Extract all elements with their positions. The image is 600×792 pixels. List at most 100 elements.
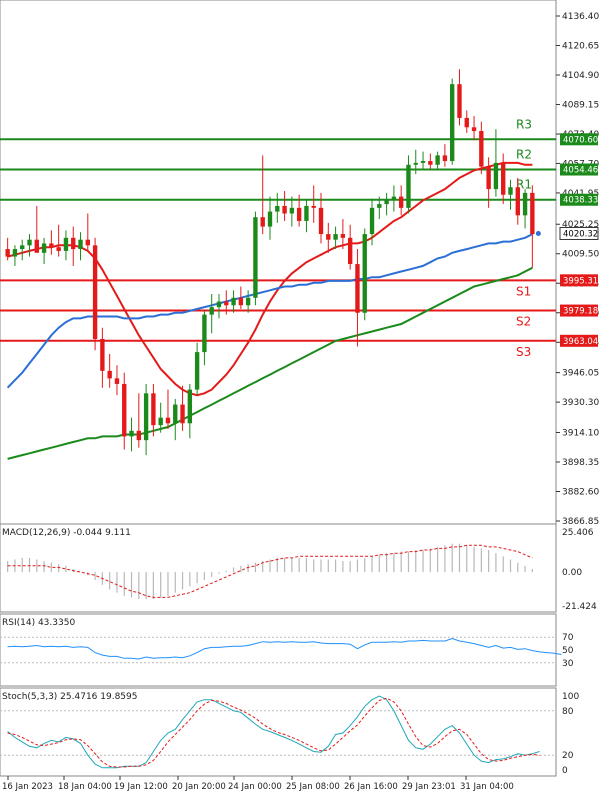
bull-candle xyxy=(194,352,200,390)
bear-candle xyxy=(71,237,76,250)
bear-candle xyxy=(114,378,120,384)
bear-candle xyxy=(464,117,469,128)
bull-candle xyxy=(420,161,426,163)
price-tick-label: 3930.30 xyxy=(562,398,599,408)
bear-candle xyxy=(282,205,287,214)
bear-candle xyxy=(107,370,112,379)
bear-candle xyxy=(340,234,346,238)
price-tick-label: 3898.35 xyxy=(562,458,599,468)
rsi-tick-label: 70 xyxy=(562,633,574,643)
bear-candle xyxy=(398,196,404,208)
bear-candle xyxy=(442,155,448,162)
current-price-label: 4020.32 xyxy=(563,229,598,239)
stoch-tick-label: 0 xyxy=(562,766,568,776)
bear-candle xyxy=(318,207,324,235)
bear-candle xyxy=(180,404,185,424)
bull-candle xyxy=(391,196,397,201)
stoch-tick-label: 100 xyxy=(562,692,579,702)
bull-candle xyxy=(304,205,309,221)
bear-candle xyxy=(92,245,98,339)
bear-candle xyxy=(457,84,462,118)
price-tick-label: 4009.50 xyxy=(562,250,599,260)
bear-candle xyxy=(136,430,142,441)
pivot-name: S2 xyxy=(516,315,531,329)
bull-candle xyxy=(41,243,47,253)
bear-candle xyxy=(501,162,506,195)
bull-candle xyxy=(384,200,389,205)
bull-candle xyxy=(522,192,528,216)
bull-candle xyxy=(253,217,258,298)
bull-candle xyxy=(362,234,367,313)
price-tick-label: 3882.60 xyxy=(562,487,599,497)
price-tick-label: 4120.65 xyxy=(562,42,599,52)
bear-candle xyxy=(85,239,90,246)
bull-candle xyxy=(406,164,411,208)
bear-candle xyxy=(471,127,477,132)
x-tick-label: 25 Jan 08:00 xyxy=(286,782,340,792)
x-tick-label: 16 Jan 2023 xyxy=(2,782,53,792)
pivot-price-label: 3963.04 xyxy=(563,337,598,347)
bull-candle xyxy=(202,314,207,353)
bear-candle xyxy=(224,301,229,306)
bear-candle xyxy=(486,166,491,190)
bear-candle xyxy=(34,239,39,253)
bear-candle xyxy=(56,247,61,251)
pivot-name: S3 xyxy=(516,345,531,359)
price-tick-label: 4089.15 xyxy=(562,101,599,111)
price-tick-label: 4104.90 xyxy=(562,71,599,81)
pivot-price-label: 3979.18 xyxy=(563,307,598,317)
stoch-tick-label: 80 xyxy=(562,707,574,717)
bear-candle xyxy=(326,234,331,240)
bear-candle xyxy=(311,205,316,208)
macd-tick-label: 25.406 xyxy=(562,528,594,538)
bear-candle xyxy=(530,192,535,235)
bull-candle xyxy=(12,249,18,257)
pivot-name: S1 xyxy=(516,284,531,298)
pivot-price-label: 4038.33 xyxy=(563,196,598,206)
bear-candle xyxy=(479,131,484,167)
bear-candle xyxy=(238,297,244,306)
bull-candle xyxy=(216,301,222,308)
bull-candle xyxy=(413,162,418,165)
price-tick-label: 3946.05 xyxy=(562,369,599,379)
macd-tick-label: 0.00 xyxy=(562,568,582,578)
bull-candle xyxy=(78,239,83,250)
bull-candle xyxy=(369,207,375,235)
bull-candle xyxy=(173,404,178,424)
pivot-price-label: 4070.60 xyxy=(563,135,598,145)
bull-candle xyxy=(158,417,163,426)
pivot-price-label: 3995.31 xyxy=(563,276,598,286)
bull-candle xyxy=(209,307,214,315)
bull-candle xyxy=(27,239,32,246)
bear-candle xyxy=(355,264,360,313)
bull-candle xyxy=(493,162,499,190)
x-tick-label: 20 Jan 20:00 xyxy=(172,782,226,792)
bear-candle xyxy=(347,237,353,265)
pivot-name: R2 xyxy=(516,148,532,162)
bull-candle xyxy=(267,211,273,227)
x-tick-label: 31 Jan 04:00 xyxy=(460,782,514,792)
bear-candle xyxy=(515,187,520,216)
rsi-tick-label: 30 xyxy=(562,659,574,669)
pivot-name: R3 xyxy=(516,117,532,131)
current-price-dot xyxy=(535,230,541,236)
bull-candle xyxy=(450,84,455,162)
bull-candle xyxy=(129,430,134,437)
stoch-tick-label: 20 xyxy=(562,751,574,761)
bear-candle xyxy=(296,207,302,221)
price-tick-label: 3914.10 xyxy=(562,428,599,438)
x-tick-label: 26 Jan 16:00 xyxy=(344,782,398,792)
bull-candle xyxy=(289,207,295,214)
bull-candle xyxy=(143,393,149,441)
bull-candle xyxy=(435,155,440,165)
x-tick-label: 18 Jan 04:00 xyxy=(58,782,112,792)
rsi-title: RSI(14) 43.3350 xyxy=(2,618,75,628)
bull-candle xyxy=(508,187,513,195)
x-tick-label: 19 Jan 12:00 xyxy=(114,782,168,792)
bull-candle xyxy=(20,245,25,250)
bull-candle xyxy=(377,204,382,208)
stoch-title: Stoch(5,3,3) 25.4716 19.8595 xyxy=(2,692,137,702)
bear-candle xyxy=(49,243,54,248)
bear-candle xyxy=(5,249,10,257)
x-tick-label: 29 Jan 23:01 xyxy=(402,782,456,792)
